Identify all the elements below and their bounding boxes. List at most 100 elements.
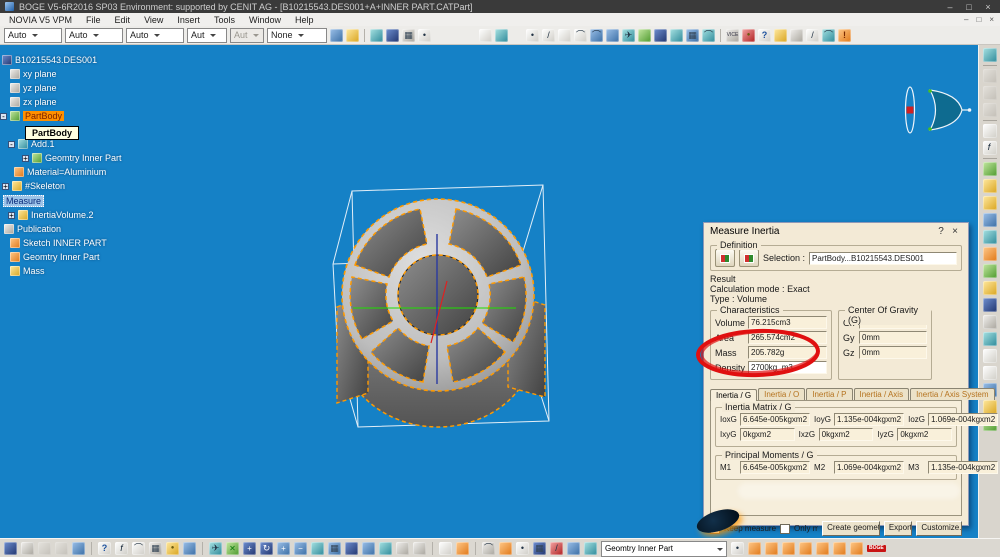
graphic-props-combo-4[interactable]: Aut <box>187 28 227 43</box>
power-copy-icon[interactable] <box>816 542 829 555</box>
dialog-title-bar[interactable]: Measure Inertia ? × <box>704 223 968 239</box>
ellipsis-icon[interactable] <box>790 29 803 42</box>
sketcher-icon[interactable] <box>983 48 997 62</box>
create-geometry-button[interactable]: Create geometry <box>822 521 880 536</box>
expander-icon[interactable] <box>8 141 15 148</box>
pattern-icon[interactable] <box>983 315 997 329</box>
render-photo-icon[interactable] <box>686 29 699 42</box>
dialog-help-button[interactable]: ? <box>934 226 948 237</box>
rotate-icon[interactable] <box>260 542 273 555</box>
tab-inertia-g[interactable]: Inertia / G <box>710 389 757 401</box>
slot-icon[interactable] <box>983 264 997 278</box>
tab-inertia-p[interactable]: Inertia / P <box>806 388 852 400</box>
formula-fx-icon[interactable] <box>115 542 128 555</box>
keep-measure-checkbox[interactable] <box>710 524 720 534</box>
measure-between-icon[interactable] <box>439 542 452 555</box>
fly-mode-icon[interactable] <box>209 542 222 555</box>
menu-view[interactable]: View <box>137 15 170 25</box>
exploded-view-icon[interactable] <box>495 29 508 42</box>
user-lock-icon[interactable] <box>742 29 755 42</box>
design-table-icon[interactable] <box>149 542 162 555</box>
mdi-restore-button[interactable]: □ <box>972 15 985 24</box>
swap-space-icon[interactable] <box>413 542 426 555</box>
tree-node-sketch-inner-part[interactable]: Sketch INNER PART <box>10 237 107 249</box>
warning-flag-icon[interactable] <box>838 29 851 42</box>
menu-edit[interactable]: Edit <box>108 15 138 25</box>
zoom-in-icon[interactable] <box>277 542 290 555</box>
graphic-props-combo-3[interactable]: Auto <box>126 28 184 43</box>
layers-icon[interactable] <box>567 542 580 555</box>
swap-visible-icon[interactable] <box>638 29 651 42</box>
power-copy-icon[interactable] <box>833 542 846 555</box>
catalog-icon[interactable] <box>654 29 667 42</box>
expander-icon[interactable] <box>8 212 15 219</box>
zoom-region-icon[interactable] <box>418 29 431 42</box>
inertia-mode-button-2[interactable] <box>739 249 759 267</box>
boomerang-icon[interactable] <box>702 29 715 42</box>
pocket-icon[interactable] <box>983 179 997 193</box>
measure-item-icon[interactable] <box>456 542 469 555</box>
painter-icon[interactable] <box>330 29 343 42</box>
mdi-close-button[interactable]: × <box>985 15 998 24</box>
compass[interactable] <box>894 83 972 139</box>
iso-view-icon[interactable] <box>345 542 358 555</box>
menu-insert[interactable]: Insert <box>170 15 207 25</box>
selection-field[interactable]: PartBody...B10215543.DES001 <box>809 252 957 265</box>
tab-inertia-axis-system[interactable]: Inertia / Axis System <box>910 388 994 400</box>
expander-icon[interactable] <box>0 113 7 120</box>
dialog-close-button[interactable]: × <box>948 226 962 237</box>
layer-combo[interactable]: None <box>267 28 327 43</box>
selection-trap-icon[interactable] <box>731 542 744 555</box>
cube-magnify-icon[interactable] <box>670 29 683 42</box>
tab-inertia-axis[interactable]: Inertia / Axis <box>854 388 910 400</box>
line-icon[interactable] <box>542 29 555 42</box>
tree-node-skeleton[interactable]: #Skeleton <box>2 180 65 192</box>
tree-node-root[interactable]: B10215543.DES001 <box>2 54 97 66</box>
tree-node-yz-plane[interactable]: yz plane <box>10 82 57 94</box>
paste-icon[interactable] <box>72 542 85 555</box>
hole-icon[interactable] <box>983 230 997 244</box>
grid-icon[interactable] <box>402 29 415 42</box>
pad-icon[interactable] <box>983 162 997 176</box>
inertia-mode-button-1[interactable] <box>715 249 735 267</box>
plane-icon[interactable] <box>558 29 571 42</box>
copy-view-icon[interactable] <box>370 29 383 42</box>
power-copy-icon[interactable] <box>799 542 812 555</box>
expander-icon[interactable] <box>22 155 29 162</box>
stiffener-icon[interactable] <box>983 281 997 295</box>
fly-through-icon[interactable] <box>622 29 635 42</box>
normal-view-icon[interactable] <box>311 542 324 555</box>
menu-help[interactable]: Help <box>288 15 321 25</box>
formula-icon[interactable] <box>983 141 997 155</box>
power-copy-icon[interactable] <box>782 542 795 555</box>
density-input[interactable]: 2700kg_m3 <box>748 361 827 374</box>
maximize-button[interactable]: □ <box>962 2 976 12</box>
tolerance-icon[interactable] <box>533 542 546 555</box>
pan-icon[interactable] <box>243 542 256 555</box>
link-icon[interactable] <box>482 542 495 555</box>
annotation-bubble-icon[interactable] <box>132 542 145 555</box>
close-button[interactable]: × <box>981 2 995 12</box>
tab-inertia-o[interactable]: Inertia / O <box>758 388 805 400</box>
menu-file[interactable]: File <box>79 15 108 25</box>
search-pointer-icon[interactable] <box>758 29 771 42</box>
select-pointer-icon[interactable] <box>983 124 997 138</box>
rib-icon[interactable] <box>983 247 997 261</box>
scaling-icon[interactable] <box>983 332 997 346</box>
axis-system-icon[interactable] <box>516 542 529 555</box>
knowledge-icon[interactable] <box>183 542 196 555</box>
power-copy-icon[interactable] <box>850 542 863 555</box>
update-icon[interactable] <box>606 29 619 42</box>
graphic-props-combo-2[interactable]: Auto <box>65 28 123 43</box>
zoom-out-icon[interactable] <box>294 542 307 555</box>
tree-node-geomtry-inner-part-2[interactable]: Geomtry Inner Part <box>10 251 100 263</box>
print-icon[interactable] <box>21 542 34 555</box>
customize-button[interactable]: Customize... <box>916 521 962 536</box>
minimize-button[interactable]: – <box>943 2 957 12</box>
frame-icon[interactable] <box>479 29 492 42</box>
spiral-icon[interactable] <box>590 29 603 42</box>
expander-icon[interactable] <box>2 183 9 190</box>
current-instance-combo[interactable]: Geomtry Inner Part <box>601 541 727 557</box>
fit-all-in-icon[interactable] <box>226 542 239 555</box>
view-page-icon[interactable] <box>983 103 997 117</box>
